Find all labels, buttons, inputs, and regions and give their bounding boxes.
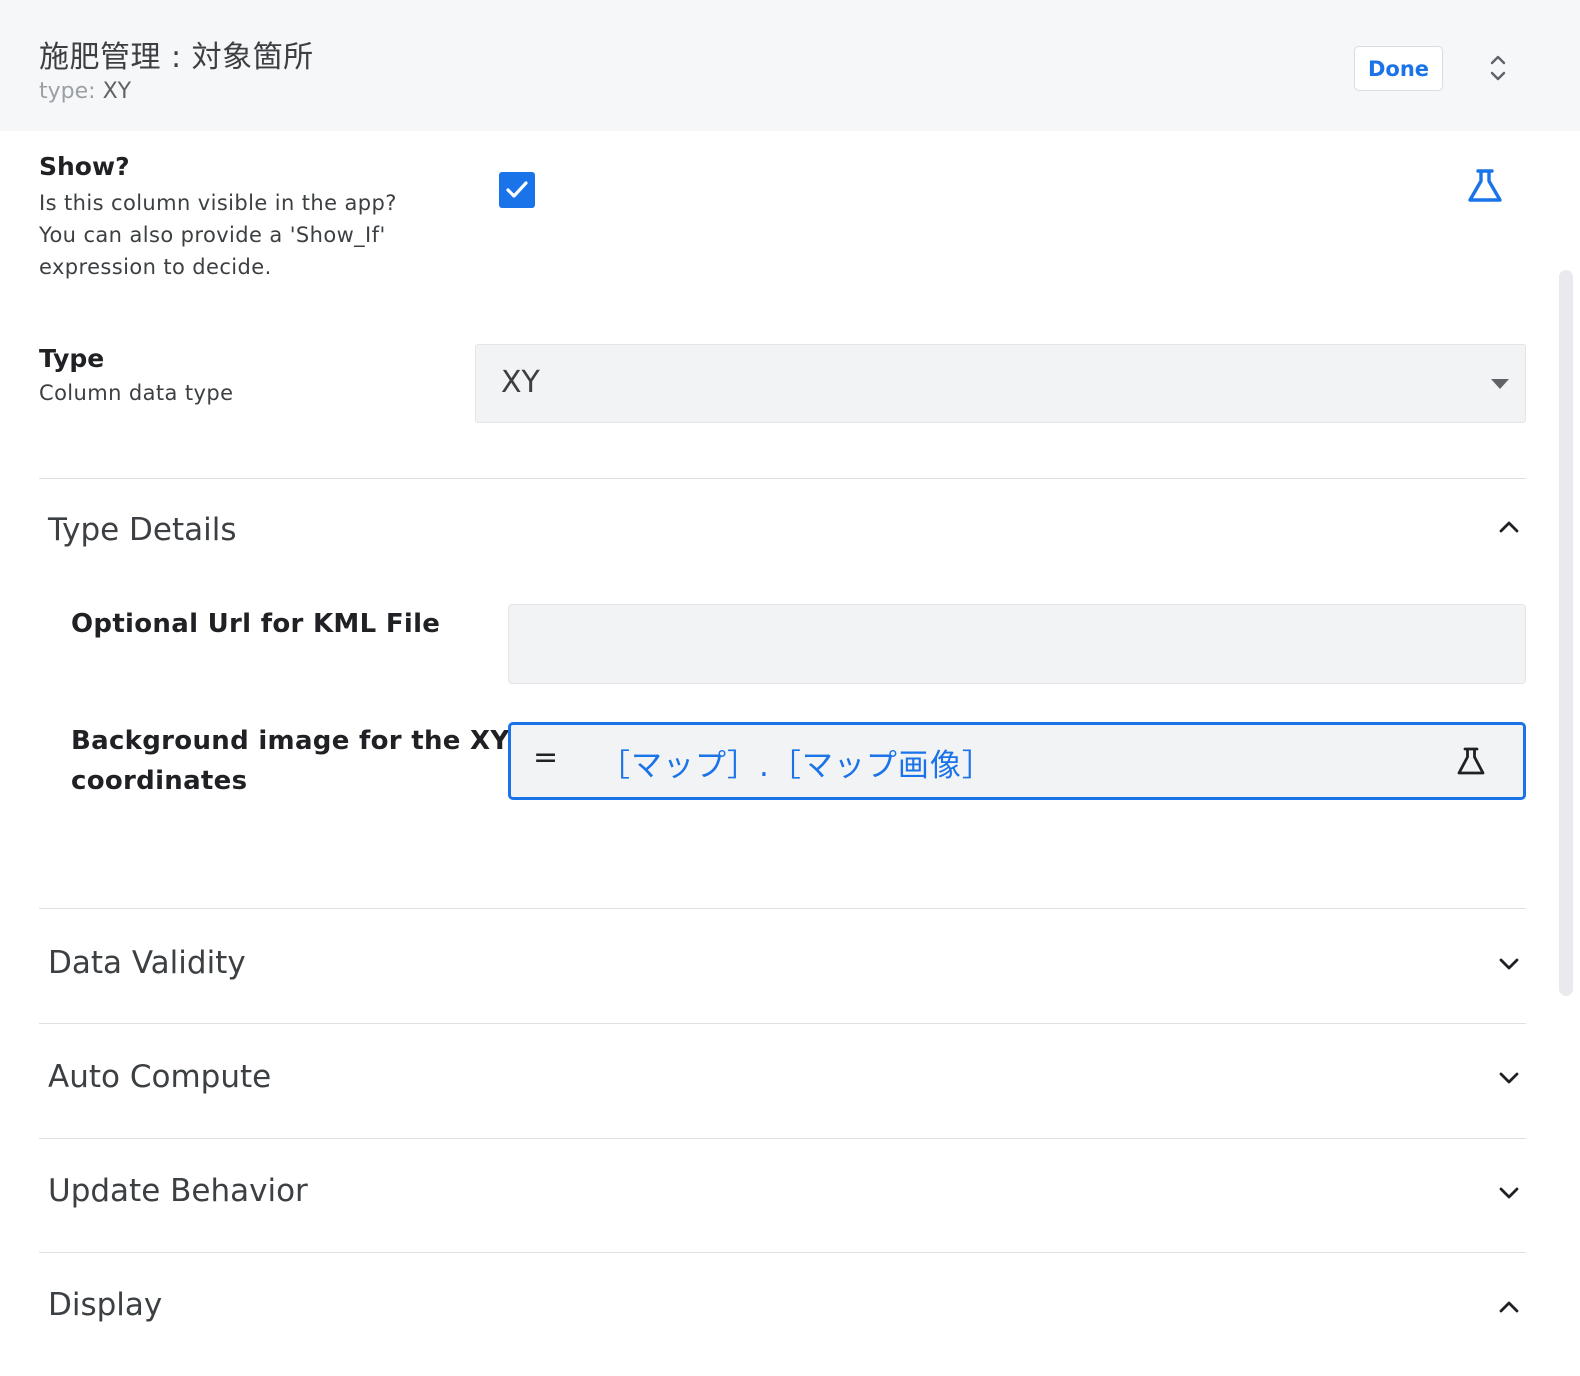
expression-text: ［マップ］.［マップ画像］ (599, 748, 994, 784)
section-title: Display (48, 1287, 163, 1323)
show-label: Show? (39, 152, 130, 181)
chevron-down-icon (1494, 1178, 1524, 1208)
done-button[interactable]: Done (1354, 46, 1443, 91)
type-help: Column data type (39, 381, 234, 405)
flask-icon[interactable] (1462, 166, 1508, 206)
section-data-validity[interactable]: Data Validity (39, 915, 1526, 1015)
show-help-line: You can also provide a 'Show_If' (39, 223, 386, 247)
section-title: Auto Compute (48, 1059, 272, 1095)
section-display[interactable]: Display (39, 1259, 1526, 1359)
type-caption-value: XY (102, 79, 132, 104)
section-divider (39, 478, 1526, 479)
scrollbar-thumb[interactable] (1559, 270, 1573, 996)
chevron-up-icon (1494, 1292, 1524, 1322)
section-title: Data Validity (48, 945, 246, 981)
column-editor-panel: 施肥管理 : 対象箇所 type: XY Done Show? Is this … (0, 0, 1580, 1376)
show-help-line: Is this column visible in the app? (39, 191, 397, 215)
section-update-behavior[interactable]: Update Behavior (39, 1145, 1526, 1245)
type-label: Type (39, 344, 105, 373)
background-image-label: Background image for the XY coordinates (71, 721, 510, 801)
type-caption-label: type: (39, 79, 96, 104)
background-image-label-line: coordinates (71, 766, 248, 796)
chevron-up-icon (1494, 512, 1524, 542)
show-help-line: expression to decide. (39, 255, 272, 279)
show-checkbox[interactable] (499, 172, 535, 208)
section-title: Type Details (48, 512, 237, 548)
section-auto-compute[interactable]: Auto Compute (39, 1030, 1526, 1130)
type-setting: Type Column data type (39, 344, 439, 409)
type-select[interactable]: XY (475, 344, 1526, 423)
panel-header: 施肥管理 : 対象箇所 type: XY Done (0, 0, 1580, 131)
flask-icon[interactable] (1453, 743, 1489, 779)
kml-url-input[interactable] (508, 604, 1526, 684)
show-setting: Show? Is this column visible in the app?… (39, 152, 439, 283)
section-divider (39, 1023, 1526, 1024)
expression-equals: = (533, 740, 559, 775)
background-image-label-line: Background image for the XY (71, 726, 510, 756)
type-select-value: XY (501, 365, 540, 400)
section-type-details[interactable]: Type Details (39, 486, 1526, 586)
section-divider (39, 1252, 1526, 1253)
chevron-down-icon (1494, 1063, 1524, 1093)
section-divider (39, 908, 1526, 909)
column-type-caption: type: XY (39, 79, 131, 104)
section-divider (39, 1138, 1526, 1139)
unfold-more-icon[interactable] (1482, 50, 1514, 86)
background-image-expression-input[interactable]: = ［マップ］.［マップ画像］ (508, 722, 1526, 800)
section-title: Update Behavior (48, 1173, 308, 1209)
column-title: 施肥管理 : 対象箇所 (39, 40, 314, 75)
checkmark-icon (506, 181, 528, 198)
show-help: Is this column visible in the app? You c… (39, 187, 439, 283)
kml-url-label: Optional Url for KML File (71, 609, 441, 639)
chevron-down-icon (1494, 949, 1524, 979)
caret-down-icon (1491, 379, 1509, 389)
